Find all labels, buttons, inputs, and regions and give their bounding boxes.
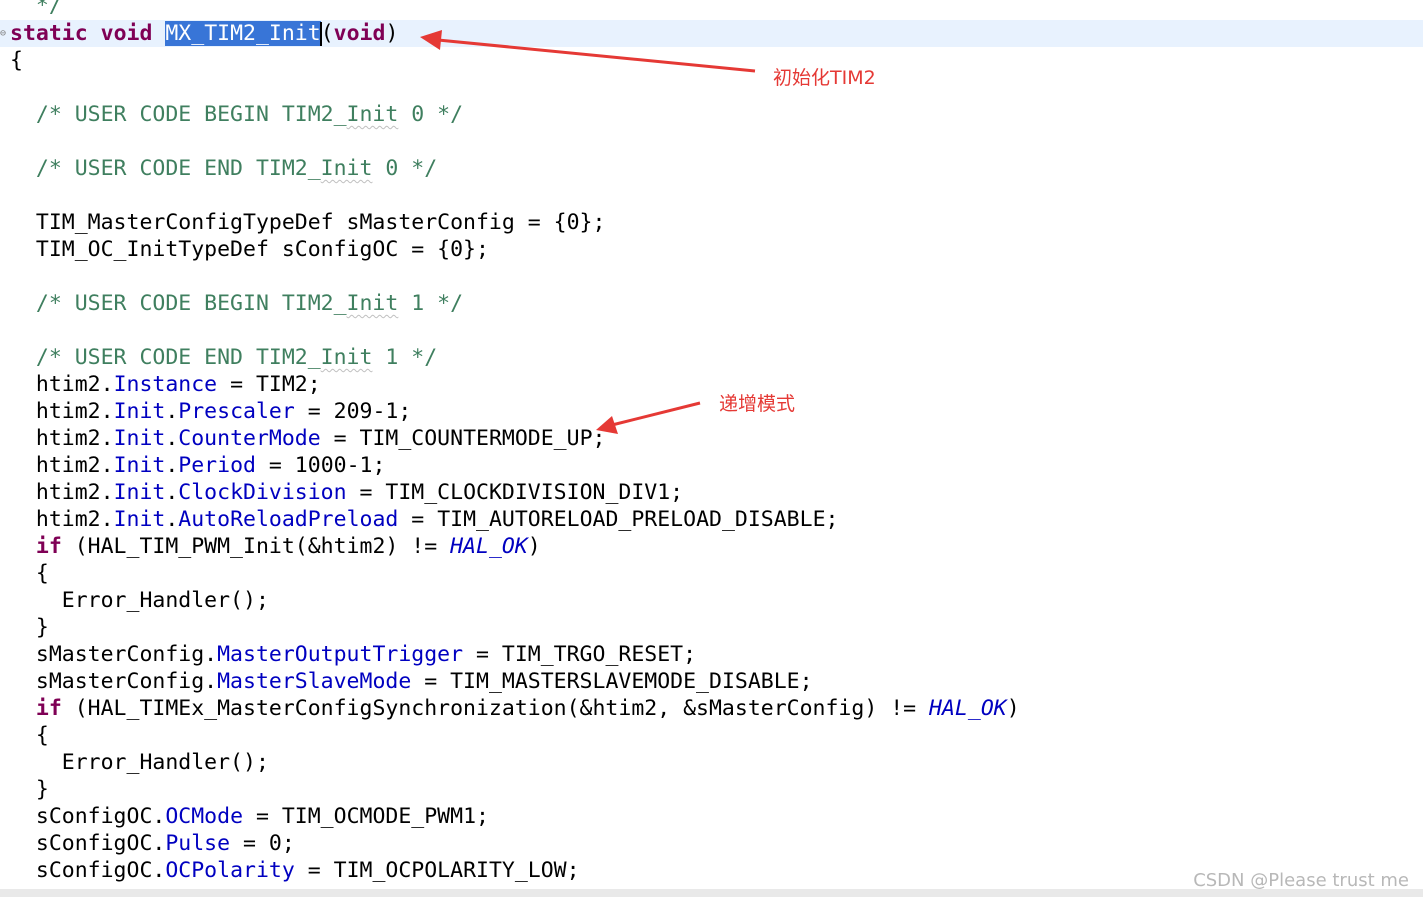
horizontal-scrollbar[interactable] (0, 889, 1423, 897)
arrowhead-mode-icon (596, 416, 618, 434)
annotation-init-label: 初始化TIM2 (773, 67, 876, 89)
arrow-line-mode (611, 401, 701, 427)
arrowhead-init-icon (420, 30, 442, 50)
watermark: CSDN @Please trust me (1193, 870, 1409, 891)
arrow-line-init (437, 38, 756, 73)
code-editor[interactable]: ⊖ */ static void MX_TIM2_Init(void) { /*… (0, 0, 1423, 897)
annotation-mode-label: 递增模式 (719, 393, 796, 415)
annotation-arrows (420, 30, 756, 434)
